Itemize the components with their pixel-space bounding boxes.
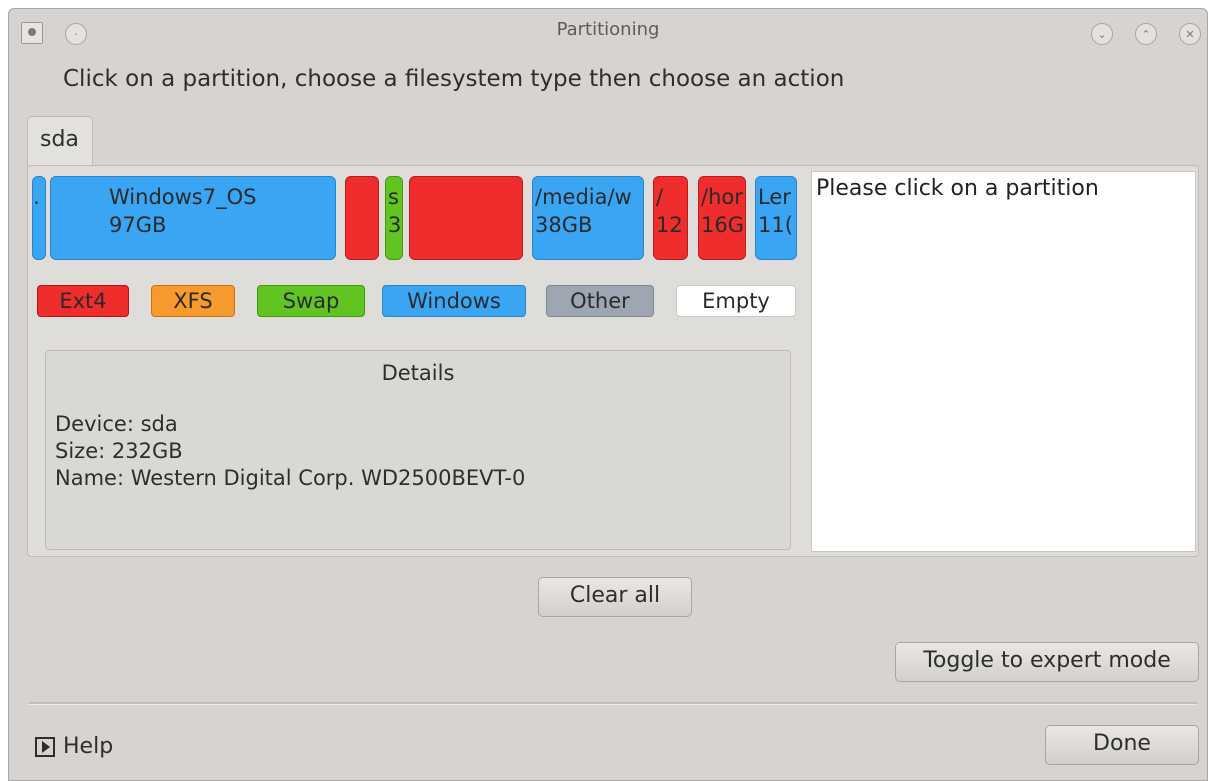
legend-windows-button[interactable]: Windows [382, 285, 526, 317]
partition-block[interactable]: /hor 16G [698, 176, 746, 260]
clear-all-button[interactable]: Clear all [538, 577, 692, 617]
partition-label: /media/w 38GB [535, 185, 632, 237]
disk-panel: . Windows7_OS 97GB s3 /media/w 38GB /12 /h… [27, 165, 1199, 557]
help-button[interactable]: Help [35, 734, 113, 759]
help-label: Help [63, 734, 114, 759]
partition-block[interactable] [345, 176, 379, 260]
partition-block[interactable]: /media/w 38GB [532, 176, 644, 260]
partition-block[interactable]: . [32, 176, 46, 260]
partition-block[interactable]: s3 [385, 176, 403, 260]
partition-block[interactable] [409, 176, 523, 260]
window-title: Partitioning [556, 19, 660, 40]
toggle-expert-mode-button[interactable]: Toggle to expert mode [895, 642, 1199, 682]
play-arrow-icon [35, 736, 55, 757]
done-button[interactable]: Done [1045, 725, 1199, 765]
separator [29, 702, 1197, 705]
details-title: Details [381, 361, 455, 385]
partition-block[interactable]: Ler 11( [755, 176, 797, 260]
legend-other-button[interactable]: Other [546, 285, 654, 317]
partition-label: Ler 11( [758, 185, 793, 237]
partition-label: s3 [388, 185, 402, 237]
maximize-icon[interactable]: ⌃ [1135, 23, 1157, 45]
details-name: Name: Western Digital Corp. WD2500BEVT-0 [55, 466, 526, 490]
partition-label: . [33, 185, 40, 209]
legend-xfs-button[interactable]: XFS [151, 285, 235, 317]
minimize-icon[interactable]: ⌄ [1091, 23, 1113, 45]
partition-info-box: Please click on a partition [811, 171, 1196, 552]
partition-label: /12 [656, 185, 683, 237]
title-bar: · Partitioning ⌄ ⌃ ✕ [9, 9, 1207, 53]
legend-swap-button[interactable]: Swap [257, 285, 365, 317]
legend-empty-button[interactable]: Empty [676, 285, 796, 317]
instruction-text: Click on a partition, choose a filesyste… [63, 66, 845, 92]
partition-label: Windows7_OS 97GB [109, 185, 257, 237]
partition-block[interactable]: /12 [653, 176, 688, 260]
partitioning-window: · Partitioning ⌄ ⌃ ✕ Click on a partitio… [8, 8, 1208, 781]
details-size: Size: 232GB [55, 439, 183, 463]
partition-label: /hor 16G [701, 185, 744, 237]
close-icon[interactable]: ✕ [1179, 23, 1201, 45]
tab-sda[interactable]: sda [27, 116, 93, 166]
details-group: Details Device: sda Size: 232GB Name: We… [45, 350, 791, 550]
legend-ext4-button[interactable]: Ext4 [37, 285, 129, 317]
details-device: Device: sda [55, 412, 178, 436]
partition-block[interactable]: Windows7_OS 97GB [50, 176, 336, 260]
